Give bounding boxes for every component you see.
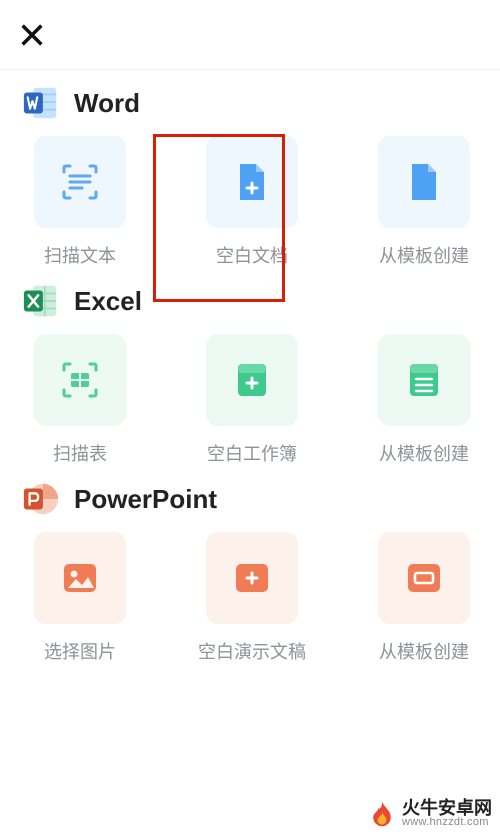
tile-label: 扫描表 bbox=[53, 440, 107, 466]
blank-workbook-icon bbox=[228, 356, 276, 404]
word-scan-text[interactable]: 扫描文本 bbox=[20, 136, 140, 268]
ppt-from-template-tile bbox=[378, 532, 470, 624]
ppt-blank-presentation[interactable]: 空白演示文稿 bbox=[192, 532, 312, 664]
tile-label: 从模板创建 bbox=[379, 440, 469, 466]
ppt-blank-presentation-tile bbox=[206, 532, 298, 624]
section-excel: Excel 扫描表 bbox=[16, 282, 484, 466]
section-title-word: Word bbox=[74, 88, 140, 119]
tile-label: 选择图片 bbox=[44, 638, 116, 664]
blank-presentation-icon bbox=[228, 554, 276, 602]
flame-icon bbox=[368, 800, 396, 828]
section-header-ppt: PowerPoint bbox=[22, 480, 484, 518]
tile-label: 扫描文本 bbox=[44, 242, 116, 268]
word-tiles: 扫描文本 空白文档 bbox=[16, 136, 484, 268]
page: Word 扫描文本 bbox=[0, 0, 500, 835]
scan-text-icon bbox=[56, 158, 104, 206]
word-blank-doc[interactable]: 空白文档 bbox=[192, 136, 312, 268]
excel-blank-workbook[interactable]: 空白工作簿 bbox=[192, 334, 312, 466]
section-title-excel: Excel bbox=[74, 286, 142, 317]
close-icon bbox=[18, 21, 46, 49]
tile-label: 空白工作簿 bbox=[207, 440, 297, 466]
ppt-tiles: 选择图片 空白演示文稿 bbox=[16, 532, 484, 664]
excel-blank-workbook-tile bbox=[206, 334, 298, 426]
word-blank-doc-tile bbox=[206, 136, 298, 228]
excel-app-icon bbox=[22, 282, 60, 320]
word-scan-text-tile bbox=[34, 136, 126, 228]
ppt-app-icon bbox=[22, 480, 60, 518]
section-header-word: Word bbox=[22, 84, 484, 122]
ppt-from-template[interactable]: 从模板创建 bbox=[364, 532, 484, 664]
template-presentation-icon bbox=[400, 554, 448, 602]
close-button[interactable] bbox=[18, 21, 46, 49]
blank-doc-icon bbox=[228, 158, 276, 206]
excel-scan-table[interactable]: 扫描表 bbox=[20, 334, 140, 466]
excel-scan-table-tile bbox=[34, 334, 126, 426]
content: Word 扫描文本 bbox=[0, 84, 500, 664]
watermark-text: 火牛安卓网 www.hnzzdt.com bbox=[402, 799, 492, 829]
ppt-choose-image[interactable]: 选择图片 bbox=[20, 532, 140, 664]
section-word: Word 扫描文本 bbox=[16, 84, 484, 268]
template-workbook-icon bbox=[400, 356, 448, 404]
tile-label: 空白文档 bbox=[216, 242, 288, 268]
word-app-icon bbox=[22, 84, 60, 122]
section-ppt: PowerPoint 选择图片 bbox=[16, 480, 484, 664]
template-doc-icon bbox=[400, 158, 448, 206]
image-icon bbox=[56, 554, 104, 602]
watermark: 火牛安卓网 www.hnzzdt.com bbox=[368, 799, 492, 829]
word-from-template[interactable]: 从模板创建 bbox=[364, 136, 484, 268]
section-title-ppt: PowerPoint bbox=[74, 484, 217, 515]
ppt-choose-image-tile bbox=[34, 532, 126, 624]
watermark-name: 火牛安卓网 bbox=[402, 799, 492, 818]
excel-tiles: 扫描表 空白工作簿 bbox=[16, 334, 484, 466]
tile-label: 从模板创建 bbox=[379, 638, 469, 664]
excel-from-template-tile bbox=[378, 334, 470, 426]
section-header-excel: Excel bbox=[22, 282, 484, 320]
scan-table-icon bbox=[56, 356, 104, 404]
tile-label: 从模板创建 bbox=[379, 242, 469, 268]
word-from-template-tile bbox=[378, 136, 470, 228]
topbar bbox=[0, 0, 500, 70]
excel-from-template[interactable]: 从模板创建 bbox=[364, 334, 484, 466]
tile-label: 空白演示文稿 bbox=[198, 638, 306, 664]
watermark-url: www.hnzzdt.com bbox=[402, 817, 492, 829]
